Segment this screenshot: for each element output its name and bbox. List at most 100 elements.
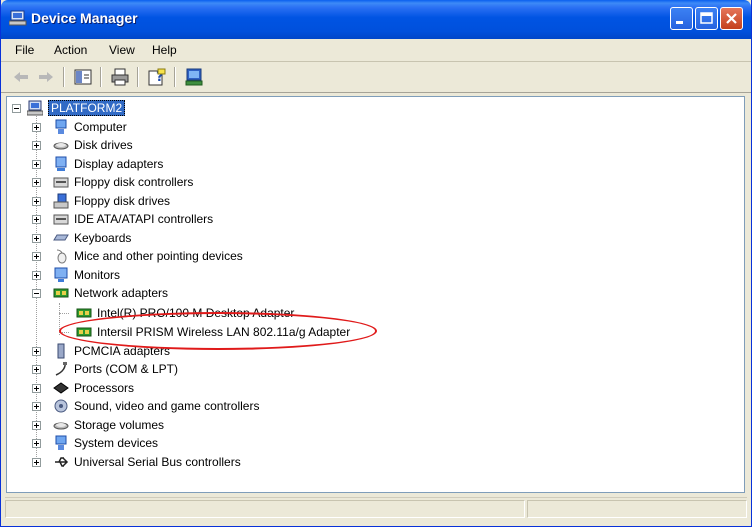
device-manager-window: Device Manager File Action View Help ? P… <box>0 0 752 527</box>
maximize-button[interactable] <box>695 7 718 30</box>
expand-toggle[interactable] <box>32 384 41 393</box>
expand-toggle[interactable] <box>32 160 41 169</box>
expand-toggle[interactable] <box>32 402 41 411</box>
expand-toggle[interactable] <box>32 347 41 356</box>
window-title: Device Manager <box>31 10 138 26</box>
ide-controller-icon <box>53 214 69 225</box>
tree-item-label: Ports (COM & LPT) <box>74 362 179 376</box>
tree-item-label: Sound, video and game controllers <box>74 399 260 413</box>
tree-item-label: Monitors <box>74 268 121 282</box>
tree-item-label: Universal Serial Bus controllers <box>74 455 241 469</box>
tree-item-ide-controllers[interactable]: IDE ATA/ATAPI controllers <box>53 210 213 228</box>
tree-item-label: Network adapters <box>74 286 169 300</box>
expand-toggle[interactable] <box>32 123 41 132</box>
tree-item-keyboards[interactable]: Keyboards <box>53 229 131 247</box>
tree-root-label: PLATFORM2 <box>48 100 126 116</box>
title-bar[interactable]: Device Manager <box>1 0 751 39</box>
forward-arrow-icon[interactable] <box>36 67 56 87</box>
scan-hardware-icon[interactable] <box>184 67 204 87</box>
minimize-button[interactable] <box>670 7 693 30</box>
floppy-controller-icon <box>53 177 69 188</box>
menu-help[interactable]: Help <box>152 43 177 57</box>
menu-action[interactable]: Action <box>54 43 87 57</box>
system-devices-icon <box>55 435 67 450</box>
close-button[interactable] <box>720 7 743 30</box>
tree-item-floppy-disk-drives[interactable]: Floppy disk drives <box>53 192 170 210</box>
tree-item-usb-controllers[interactable]: Universal Serial Bus controllers <box>53 453 241 471</box>
tree-item-label: Processors <box>74 381 135 395</box>
tree-item-floppy-disk-controllers[interactable]: Floppy disk controllers <box>53 173 193 191</box>
properties-help-icon[interactable]: ? <box>147 67 167 87</box>
computer-icon <box>27 100 43 116</box>
collapse-toggle[interactable] <box>12 104 21 113</box>
device-tree-pane[interactable]: PLATFORM2 Computer Disk drives Display a… <box>6 96 745 493</box>
computer-icon <box>55 119 67 134</box>
expand-toggle[interactable] <box>32 458 41 467</box>
floppy-drive-icon <box>53 193 69 209</box>
display-adapter-icon <box>55 156 67 171</box>
expand-toggle[interactable] <box>32 197 41 206</box>
tree-item-processors[interactable]: Processors <box>53 379 134 397</box>
pcmcia-icon <box>57 343 65 359</box>
tree-item-monitors[interactable]: Monitors <box>53 266 120 284</box>
status-bar <box>5 497 747 520</box>
tree-item-label: Storage volumes <box>74 418 165 432</box>
tree-item-label: Floppy disk controllers <box>74 175 194 189</box>
toolbar-separator <box>137 67 139 87</box>
tree-item-network-adapters[interactable]: Network adapters <box>53 284 168 302</box>
expand-toggle[interactable] <box>32 365 41 374</box>
tree-item-label: Disk drives <box>74 138 133 152</box>
tree-item-label: Floppy disk drives <box>74 194 171 208</box>
storage-icon <box>53 422 69 430</box>
tree-item-sound-video[interactable]: Sound, video and game controllers <box>53 397 259 415</box>
keyboard-icon <box>53 234 69 241</box>
status-pane <box>527 500 747 518</box>
processor-icon <box>53 382 69 394</box>
expand-toggle[interactable] <box>32 271 41 280</box>
usb-icon <box>55 457 69 467</box>
tree-item-label: IDE ATA/ATAPI controllers <box>74 212 214 226</box>
expand-toggle[interactable] <box>32 252 41 261</box>
expand-toggle[interactable] <box>32 141 41 150</box>
print-icon[interactable] <box>110 67 130 87</box>
tree-item-label: Display adapters <box>74 157 164 171</box>
highlight-annotation-ellipse <box>59 312 377 350</box>
toolbar-separator <box>174 67 176 87</box>
mouse-icon <box>56 249 67 264</box>
disk-drive-icon <box>53 142 69 150</box>
expand-toggle[interactable] <box>32 234 41 243</box>
device-manager-icon <box>9 10 27 26</box>
tree-item-mice[interactable]: Mice and other pointing devices <box>53 247 243 265</box>
network-adapter-icon <box>53 288 69 298</box>
port-icon <box>55 361 67 376</box>
tree-item-computer[interactable]: Computer <box>53 118 127 136</box>
minimize-icon <box>676 21 683 24</box>
sound-icon <box>54 399 68 413</box>
maximize-icon <box>700 12 713 24</box>
tree-item-system-devices[interactable]: System devices <box>53 434 158 452</box>
back-arrow-icon[interactable] <box>11 67 31 87</box>
tree-item-label: Mice and other pointing devices <box>74 249 243 263</box>
expand-toggle[interactable] <box>32 178 41 187</box>
tree-root-row[interactable]: PLATFORM2 <box>27 99 126 117</box>
toolbar-separator <box>63 67 65 87</box>
tree-line <box>59 313 69 314</box>
tree-item-storage-volumes[interactable]: Storage volumes <box>53 416 164 434</box>
menu-file[interactable]: File <box>15 43 34 57</box>
monitor-icon <box>54 267 68 282</box>
expand-toggle[interactable] <box>32 439 41 448</box>
tree-item-ports[interactable]: Ports (COM & LPT) <box>53 360 178 378</box>
tree-item-disk-drives[interactable]: Disk drives <box>53 136 133 154</box>
tree-item-label: System devices <box>74 436 159 450</box>
tree-item-label: Keyboards <box>74 231 132 245</box>
tree-item-display-adapters[interactable]: Display adapters <box>53 155 163 173</box>
collapse-toggle[interactable] <box>32 289 41 298</box>
close-icon <box>726 13 737 24</box>
network-adapter-icon <box>76 308 92 318</box>
menu-view[interactable]: View <box>109 43 135 57</box>
tree-item-label: Computer <box>74 120 127 134</box>
expand-toggle[interactable] <box>32 215 41 224</box>
show-hide-console-tree-icon[interactable] <box>73 67 93 87</box>
status-pane <box>5 500 525 518</box>
expand-toggle[interactable] <box>32 421 41 430</box>
